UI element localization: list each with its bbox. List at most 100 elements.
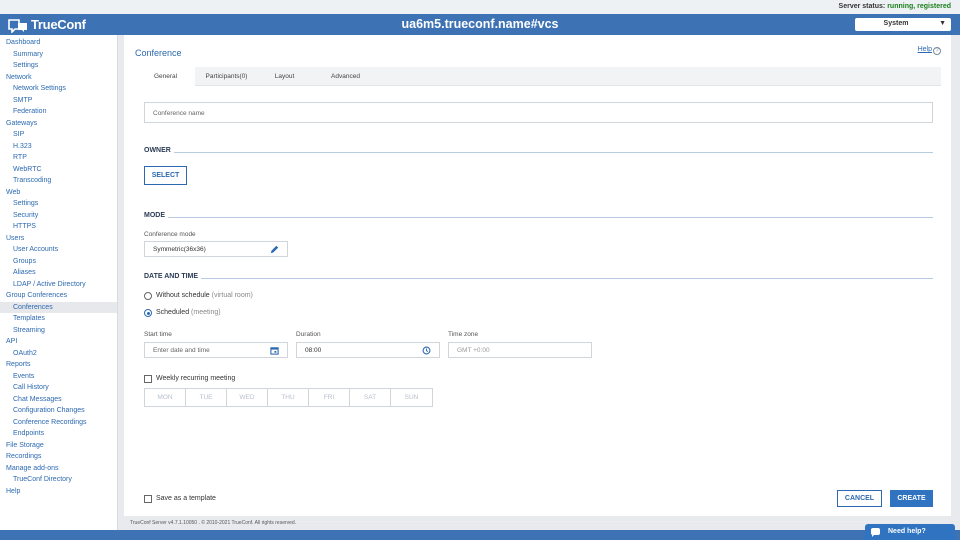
status-bar: Server status: running, registered — [0, 0, 960, 14]
owner-section-header: OWNER — [144, 147, 933, 155]
save-template-checkbox[interactable] — [144, 495, 152, 503]
chat-bubble-icon — [871, 528, 880, 537]
sidebar-item-label: Network — [6, 73, 32, 81]
sidebar-item-label: Groups — [13, 257, 36, 265]
weekly-recurring-label: Weekly recurring meeting — [156, 375, 236, 382]
sidebar-item-configuration-changes[interactable]: Configuration Changes — [0, 405, 117, 416]
need-help-button[interactable]: Need help? — [865, 524, 955, 540]
sidebar-item-events[interactable]: Events — [0, 371, 117, 382]
clock-icon[interactable] — [422, 346, 431, 355]
sidebar-item-groups[interactable]: Groups — [0, 256, 117, 267]
sidebar-item-templates[interactable]: Templates — [0, 313, 117, 324]
sidebar-item-smtp[interactable]: SMTP — [0, 95, 117, 106]
sidebar-item-group-conferences[interactable]: Group Conferences — [0, 290, 117, 301]
sidebar-item-endpoints[interactable]: Endpoints — [0, 428, 117, 439]
sidebar-item-manage-add-ons[interactable]: Manage add-ons — [0, 463, 117, 474]
duration-value: 08:00 — [305, 347, 322, 354]
tab-participants-0[interactable]: Participants(0) — [198, 67, 255, 86]
tab-advanced[interactable]: Advanced — [314, 67, 377, 86]
cancel-button[interactable]: CANCEL — [837, 490, 882, 507]
sidebar-item-network-settings[interactable]: Network Settings — [0, 83, 117, 94]
sidebar-item-label: API — [6, 338, 18, 345]
sidebar-item-user-accounts[interactable]: User Accounts — [0, 244, 117, 255]
server-status-label: Server status: — [838, 3, 886, 10]
tab-layout[interactable]: Layout — [256, 67, 313, 86]
sidebar-item-rtp[interactable]: RTP — [0, 152, 117, 163]
weekday-tue[interactable]: TUE — [186, 389, 227, 406]
sidebar-item-label: Conference Recordings — [13, 418, 87, 426]
sidebar-item-trueconf-directory[interactable]: TrueConf Directory — [0, 474, 117, 485]
weekday-sun[interactable]: SUN — [391, 389, 432, 406]
sidebar-item-label: Group Conferences — [6, 292, 68, 299]
weekday-sat[interactable]: SAT — [350, 389, 391, 406]
sidebar-item-recordings[interactable]: Recordings — [0, 451, 117, 462]
weekday-thu[interactable]: THU — [268, 389, 309, 406]
timezone-input[interactable]: GMT +0:00 — [448, 342, 592, 358]
mode-section-label: MODE — [144, 212, 168, 219]
sidebar-item-label: Manage add-ons — [6, 464, 59, 472]
sidebar-item-federation[interactable]: Federation — [0, 106, 117, 117]
create-button[interactable]: CREATE — [890, 490, 933, 507]
timezone-label: Time zone — [448, 331, 479, 338]
sidebar-item-call-history[interactable]: Call History — [0, 382, 117, 393]
sidebar-item-transcoding[interactable]: Transcoding — [0, 175, 117, 186]
server-id-title: ua6m5.trueconf.name#vcs — [401, 17, 559, 31]
sidebar-item-gateways[interactable]: Gateways — [0, 118, 117, 129]
tab-general[interactable]: General — [136, 67, 195, 86]
sidebar-item-oauth2[interactable]: OAuth2 — [0, 348, 117, 359]
sidebar-item-label: User Accounts — [13, 246, 59, 253]
duration-input[interactable]: 08:00 — [296, 342, 440, 358]
sidebar-item-security[interactable]: Security — [0, 210, 117, 221]
select-owner-button[interactable]: SELECT — [144, 166, 187, 185]
sidebar-item-label: Summary — [13, 50, 43, 58]
sidebar: Dashboard Summary Settings Network Network S… — [0, 35, 118, 530]
weekday-fri[interactable]: FRI — [309, 389, 350, 406]
sidebar-item-dashboard[interactable]: Dashboard — [0, 37, 117, 48]
sidebar-item-chat-messages[interactable]: Chat Messages — [0, 394, 117, 405]
sidebar-item-settings[interactable]: Settings — [0, 60, 117, 71]
sidebar-item-web[interactable]: Web — [0, 187, 117, 198]
sidebar-item-label: Network Settings — [13, 85, 66, 92]
sidebar-item-network[interactable]: Network — [0, 72, 117, 83]
sidebar-item-api[interactable]: API — [0, 336, 117, 347]
role-select[interactable]: System ▼ — [855, 18, 951, 31]
server-status-value: running, registered — [887, 3, 951, 10]
start-time-input[interactable]: Enter date and time — [144, 342, 288, 358]
weekday-mon[interactable]: MON — [145, 389, 186, 406]
sidebar-item-streaming[interactable]: Streaming — [0, 325, 117, 336]
conference-mode-field[interactable]: Symmetric(36x36) — [144, 241, 288, 257]
sidebar-item-help[interactable]: Help — [0, 486, 117, 497]
calendar-icon[interactable] — [270, 346, 279, 355]
sidebar-item-label: Recordings — [6, 453, 42, 460]
conference-mode-value: Symmetric(36x36) — [153, 246, 206, 253]
sidebar-item-label: Configuration Changes — [13, 407, 85, 414]
sidebar-item-label: Aliases — [13, 269, 36, 276]
sidebar-item-label: Transcoding — [13, 177, 52, 184]
without-schedule-radio[interactable] — [144, 292, 152, 300]
sidebar-item-settings[interactable]: Settings — [0, 198, 117, 209]
sidebar-item-aliases[interactable]: Aliases — [0, 267, 117, 278]
page-title: Conference — [135, 48, 182, 58]
sidebar-item-ldap-active-directory[interactable]: LDAP / Active Directory — [0, 279, 117, 290]
start-time-placeholder: Enter date and time — [153, 347, 210, 354]
sidebar-item-webrtc[interactable]: WebRTC — [0, 164, 117, 175]
scheduled-label: Scheduled (meeting) — [156, 309, 221, 316]
weekly-recurring-checkbox[interactable] — [144, 375, 152, 383]
help-link[interactable]: Help? — [918, 46, 941, 55]
conference-name-input[interactable]: Conference name — [144, 102, 933, 123]
pencil-icon[interactable] — [270, 245, 279, 254]
sidebar-item-file-storage[interactable]: File Storage — [0, 440, 117, 451]
sidebar-item-reports[interactable]: Reports — [0, 359, 117, 370]
sidebar-item-label: LDAP / Active Directory — [13, 280, 86, 288]
sidebar-item-conference-recordings[interactable]: Conference Recordings — [0, 417, 117, 428]
sidebar-item-sip[interactable]: SIP — [0, 129, 117, 140]
sidebar-item-conferences[interactable]: Conferences — [0, 301, 117, 313]
sidebar-item-h-323[interactable]: H.323 — [0, 141, 117, 152]
weekday-wed[interactable]: WED — [227, 389, 268, 406]
sidebar-item-https[interactable]: HTTPS — [0, 221, 117, 232]
sidebar-item-users[interactable]: Users — [0, 233, 117, 244]
sidebar-item-label: Web — [6, 188, 21, 196]
scheduled-radio[interactable] — [144, 309, 152, 317]
sidebar-item-label: Security — [13, 211, 39, 219]
sidebar-item-summary[interactable]: Summary — [0, 49, 117, 60]
